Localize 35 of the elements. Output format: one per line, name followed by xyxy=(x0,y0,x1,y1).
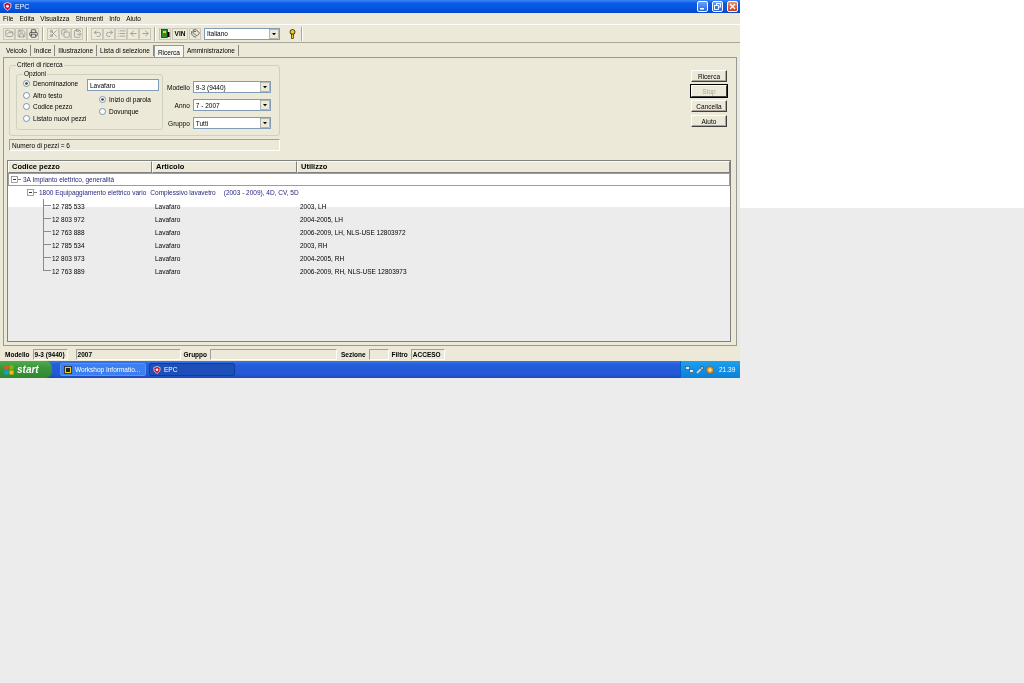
copy-icon xyxy=(60,29,70,38)
toolbar-button[interactable] xyxy=(159,27,171,40)
arrow-right-icon xyxy=(140,29,150,38)
close-icon xyxy=(729,3,736,10)
shield-icon xyxy=(153,365,161,374)
folder-icon xyxy=(4,29,14,38)
book-icon xyxy=(160,29,170,38)
tag-icon xyxy=(190,29,200,38)
key-icon xyxy=(288,28,296,39)
network-icon[interactable] xyxy=(685,365,694,374)
windows-flag-icon xyxy=(4,364,14,375)
status-field xyxy=(368,348,389,360)
window-icon xyxy=(64,365,72,374)
tools-icon[interactable] xyxy=(696,365,704,374)
start-button[interactable]: start xyxy=(0,361,52,378)
status-disc-icon[interactable] xyxy=(706,365,714,374)
shield-icon xyxy=(3,2,12,11)
list-icon xyxy=(116,29,126,38)
collapse-icon[interactable] xyxy=(27,189,34,196)
restore-icon xyxy=(714,3,721,10)
caret-icon xyxy=(259,82,270,92)
printer-icon xyxy=(28,29,38,38)
minimize-button[interactable] xyxy=(697,1,708,12)
redo-icon xyxy=(104,29,114,38)
arrow-left-icon xyxy=(128,29,138,38)
restore-button[interactable] xyxy=(712,1,723,12)
collapse-icon[interactable] xyxy=(11,176,18,183)
scissors-icon xyxy=(48,29,58,38)
clipboard-icon xyxy=(72,29,82,38)
caret-icon xyxy=(259,100,270,110)
undo-icon xyxy=(92,29,102,38)
help-button[interactable] xyxy=(286,27,298,40)
caret-icon xyxy=(269,28,279,39)
close-button[interactable] xyxy=(727,1,738,12)
caret-icon xyxy=(259,118,270,128)
